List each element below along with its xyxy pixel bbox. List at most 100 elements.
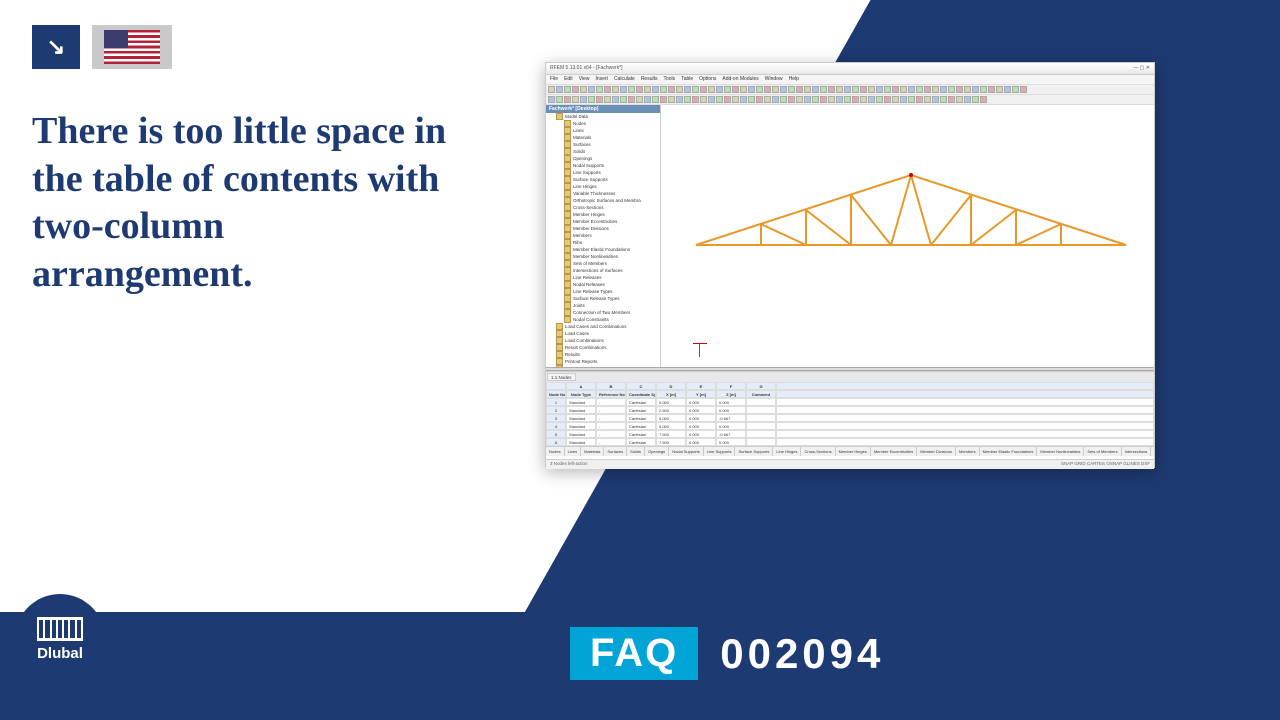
toolbar-button[interactable] xyxy=(836,86,843,93)
menu-item[interactable]: Table xyxy=(681,76,693,83)
toolbar-1[interactable] xyxy=(546,85,1154,95)
toolbar-button[interactable] xyxy=(764,96,771,103)
toolbar-button[interactable] xyxy=(996,86,1003,93)
toolbar-button[interactable] xyxy=(828,96,835,103)
toolbar-button[interactable] xyxy=(980,86,987,93)
toolbar-button[interactable] xyxy=(796,96,803,103)
toolbar-button[interactable] xyxy=(588,86,595,93)
toolbar-button[interactable] xyxy=(820,86,827,93)
toolbar-button[interactable] xyxy=(884,96,891,103)
bottom-tab[interactable]: Members xyxy=(956,447,980,456)
toolbar-button[interactable] xyxy=(916,86,923,93)
toolbar-button[interactable] xyxy=(844,86,851,93)
toolbar-button[interactable] xyxy=(1004,86,1011,93)
menu-item[interactable]: Add-on Modules xyxy=(722,76,758,83)
tree-item[interactable]: Load Cases and Combinations xyxy=(546,323,660,330)
toolbar-button[interactable] xyxy=(660,96,667,103)
toolbar-button[interactable] xyxy=(868,96,875,103)
toolbar-button[interactable] xyxy=(908,96,915,103)
toolbar-button[interactable] xyxy=(548,96,555,103)
toolbar-button[interactable] xyxy=(652,86,659,93)
toolbar-button[interactable] xyxy=(828,86,835,93)
toolbar-button[interactable] xyxy=(796,86,803,93)
toolbar-button[interactable] xyxy=(644,96,651,103)
tree-item[interactable]: Materials xyxy=(546,134,660,141)
toolbar-button[interactable] xyxy=(748,86,755,93)
navigator-panel[interactable]: Fachwerk* [Desktop] Model DataNodesLines… xyxy=(546,105,661,367)
toolbar-button[interactable] xyxy=(564,86,571,93)
toolbar-button[interactable] xyxy=(692,96,699,103)
bottom-tab[interactable]: Nodes xyxy=(546,447,565,456)
toolbar-button[interactable] xyxy=(908,86,915,93)
tree-item[interactable]: Ribs xyxy=(546,239,660,246)
toolbar-button[interactable] xyxy=(924,86,931,93)
menu-item[interactable]: Options xyxy=(699,76,716,83)
toolbar-button[interactable] xyxy=(756,96,763,103)
menu-bar[interactable]: FileEditViewInsertCalculateResultsToolsT… xyxy=(546,75,1154,85)
toolbar-button[interactable] xyxy=(788,96,795,103)
tree-item[interactable]: Member Nonlinearities xyxy=(546,253,660,260)
menu-item[interactable]: Insert xyxy=(595,76,608,83)
toolbar-button[interactable] xyxy=(988,86,995,93)
toolbar-button[interactable] xyxy=(756,86,763,93)
tree-item[interactable]: Sets of Members xyxy=(546,260,660,267)
bottom-tab[interactable]: Openings xyxy=(645,447,669,456)
menu-item[interactable]: Tools xyxy=(664,76,676,83)
toolbar-button[interactable] xyxy=(924,96,931,103)
toolbar-button[interactable] xyxy=(668,96,675,103)
toolbar-button[interactable] xyxy=(700,86,707,93)
toolbar-button[interactable] xyxy=(964,96,971,103)
bottom-tab[interactable]: Cross-Sections xyxy=(801,447,835,456)
toolbar-button[interactable] xyxy=(732,86,739,93)
toolbar-button[interactable] xyxy=(772,86,779,93)
toolbar-button[interactable] xyxy=(612,86,619,93)
bottom-tab[interactable]: Line Supports xyxy=(704,447,736,456)
toolbar-button[interactable] xyxy=(660,86,667,93)
toolbar-button[interactable] xyxy=(580,86,587,93)
table-bottom-tabs[interactable]: NodesLinesMaterialsSurfacesSolidsOpening… xyxy=(546,446,1154,456)
toolbar-button[interactable] xyxy=(548,86,555,93)
toolbar-button[interactable] xyxy=(620,96,627,103)
toolbar-button[interactable] xyxy=(804,86,811,93)
toolbar-button[interactable] xyxy=(564,96,571,103)
toolbar-button[interactable] xyxy=(740,96,747,103)
bottom-tab[interactable]: Member Divisions xyxy=(917,447,956,456)
toolbar-button[interactable] xyxy=(612,96,619,103)
tree-item[interactable]: Results xyxy=(546,351,660,358)
tree-item[interactable]: Member Hinges xyxy=(546,211,660,218)
menu-item[interactable]: Calculate xyxy=(614,76,635,83)
toolbar-button[interactable] xyxy=(916,96,923,103)
menu-item[interactable]: Help xyxy=(789,76,799,83)
toolbar-button[interactable] xyxy=(812,86,819,93)
tree-item[interactable]: Intersections of Surfaces xyxy=(546,267,660,274)
bottom-tab[interactable]: Member Eccentricities xyxy=(871,447,917,456)
tree-item[interactable]: Model Data xyxy=(546,113,660,120)
toolbar-button[interactable] xyxy=(892,96,899,103)
toolbar-2[interactable] xyxy=(546,95,1154,105)
toolbar-button[interactable] xyxy=(940,86,947,93)
menu-item[interactable]: File xyxy=(550,76,558,83)
toolbar-button[interactable] xyxy=(892,86,899,93)
toolbar-button[interactable] xyxy=(556,86,563,93)
bottom-tab[interactable]: Nodal Supports xyxy=(669,447,704,456)
toolbar-button[interactable] xyxy=(972,86,979,93)
tree-item[interactable]: Result Combinations xyxy=(546,344,660,351)
toolbar-button[interactable] xyxy=(692,86,699,93)
bottom-tab[interactable]: Surface Supports xyxy=(735,447,773,456)
tree-item[interactable]: Members xyxy=(546,232,660,239)
toolbar-button[interactable] xyxy=(668,86,675,93)
toolbar-button[interactable] xyxy=(836,96,843,103)
toolbar-button[interactable] xyxy=(700,96,707,103)
toolbar-button[interactable] xyxy=(980,96,987,103)
menu-item[interactable]: Results xyxy=(641,76,658,83)
toolbar-button[interactable] xyxy=(572,86,579,93)
tree-item[interactable]: Surfaces xyxy=(546,141,660,148)
menu-item[interactable]: Edit xyxy=(564,76,573,83)
toolbar-button[interactable] xyxy=(684,96,691,103)
tree-item[interactable]: Orthotropic Surfaces and Membra xyxy=(546,197,660,204)
toolbar-button[interactable] xyxy=(884,86,891,93)
toolbar-button[interactable] xyxy=(644,86,651,93)
toolbar-button[interactable] xyxy=(932,96,939,103)
bottom-tab[interactable]: Member Elastic Foundations xyxy=(980,447,1038,456)
toolbar-button[interactable] xyxy=(956,96,963,103)
